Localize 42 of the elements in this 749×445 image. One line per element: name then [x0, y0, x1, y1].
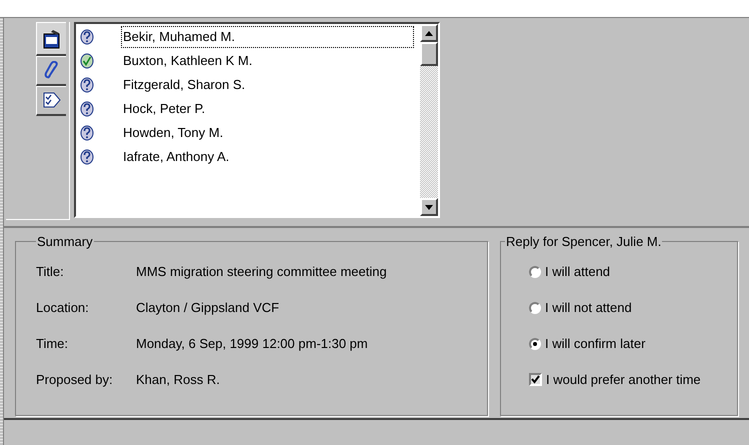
option-label[interactable]: I will attend	[545, 262, 610, 282]
up-arrow-icon	[425, 30, 433, 36]
field-label: Time:	[36, 334, 70, 353]
field-value: Khan, Ross R.	[136, 370, 220, 389]
down-arrow-icon	[425, 204, 433, 210]
checklist-icon	[42, 90, 60, 110]
scroll-down-button[interactable]	[420, 198, 438, 216]
check-circle-icon	[80, 53, 94, 69]
radio-button[interactable]	[529, 302, 541, 314]
field-value: MMS migration steering committee meeting	[136, 262, 387, 281]
question-circle-icon	[80, 149, 94, 165]
question-circle-icon	[80, 29, 94, 45]
checkbox[interactable]	[529, 373, 542, 386]
radio-button[interactable]	[529, 338, 541, 350]
question-circle-icon	[80, 125, 94, 141]
question-circle-icon	[80, 101, 94, 117]
side-tab[interactable]	[36, 56, 66, 86]
field-label: Title:	[36, 262, 65, 281]
scroll-thumb[interactable]	[420, 42, 438, 66]
attendee-name[interactable]: Bekir, Muhamed M.	[122, 27, 413, 47]
group-title: Summary	[36, 233, 94, 251]
attendee-name[interactable]: Buxton, Kathleen K M.	[122, 51, 254, 71]
radio-button[interactable]	[529, 266, 541, 278]
paperclip-icon	[44, 60, 60, 80]
attendee-name[interactable]: Hock, Peter P.	[122, 99, 206, 119]
question-circle-icon	[80, 77, 94, 93]
attendee-name[interactable]: Iafrate, Anthony A.	[122, 147, 230, 167]
field-value: Clayton / Gippsland VCF	[136, 298, 280, 317]
field-label: Proposed by:	[36, 370, 114, 389]
scroll-up-button[interactable]	[420, 24, 438, 42]
attendee-name[interactable]: Fitzgerald, Sharon S.	[122, 75, 246, 95]
option-label[interactable]: I will confirm later	[545, 334, 646, 354]
attendee-name[interactable]: Howden, Tony M.	[122, 123, 224, 143]
option-label[interactable]: I will not attend	[545, 298, 632, 318]
grip-bar[interactable]	[0, 18, 4, 445]
group-title: Reply for Spencer, Julie M.	[505, 233, 662, 251]
side-tab[interactable]	[36, 22, 66, 56]
scrollbar[interactable]	[420, 24, 438, 216]
option-label[interactable]: I would prefer another time	[546, 370, 701, 390]
field-label: Location:	[36, 298, 90, 317]
side-tab[interactable]	[36, 86, 66, 116]
field-value: Monday, 6 Sep, 1999 12:00 pm-1:30 pm	[136, 334, 368, 353]
